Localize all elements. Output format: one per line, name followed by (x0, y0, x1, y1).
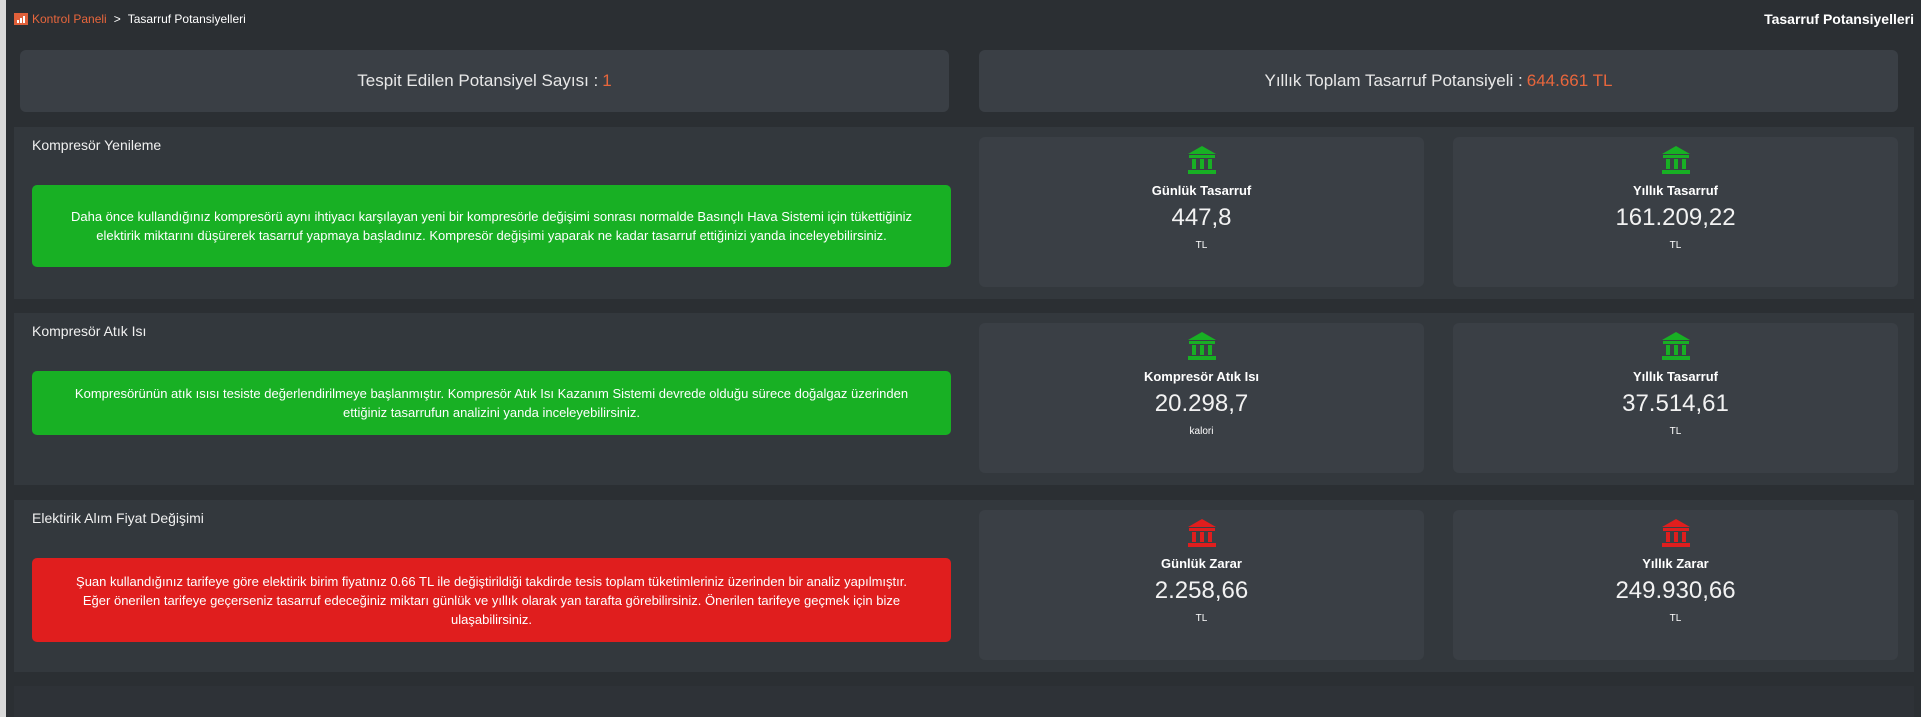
card-unit: TL (1195, 613, 1208, 624)
potential-count-label: Tespit Edilen Potansiyel Sayısı : (357, 71, 599, 90)
card-label: Yıllık Tasarruf (1632, 369, 1718, 384)
card-label: Günlük Zarar (1161, 556, 1242, 571)
window-edge (0, 0, 6, 717)
card-value: 37.514,61 (1622, 390, 1729, 417)
metric-card-annual-loss: Yıllık Zarar 249.930,66 TL (1453, 510, 1898, 660)
section-message: Kompresörünün atık ısısı tesiste değerle… (32, 371, 951, 435)
card-unit: kalori (1189, 426, 1214, 437)
bank-icon (1187, 332, 1216, 360)
card-unit: TL (1669, 426, 1682, 437)
section-title: Kompresör Yenileme (32, 137, 162, 153)
metric-card-annual: Yıllık Tasarruf 37.514,61 TL (1453, 323, 1898, 473)
card-value: 161.209,22 (1615, 204, 1736, 231)
section-compressor-renewal: Kompresör Yenileme Daha önce kullandığın… (14, 127, 1914, 299)
bank-icon (1187, 519, 1216, 547)
metric-card-annual: Yıllık Tasarruf 161.209,22 TL (1453, 137, 1898, 287)
card-unit: TL (1669, 613, 1682, 624)
breadcrumb-separator: > (113, 12, 121, 26)
potential-count-panel: Tespit Edilen Potansiyel Sayısı : 1 (20, 50, 949, 112)
card-value: 447,8 (1171, 204, 1232, 231)
card-value: 249.930,66 (1615, 577, 1736, 604)
card-label: Günlük Tasarruf (1151, 183, 1252, 198)
bank-icon (1661, 332, 1690, 360)
bank-icon (1661, 519, 1690, 547)
section-electricity-price-change: Elektirik Alım Fiyat Değişimi Şuan kulla… (14, 500, 1914, 672)
page-title: Tasarruf Potansiyelleri (1764, 11, 1914, 27)
section-message: Şuan kullandığınız tarifeye göre elektir… (32, 558, 951, 642)
card-unit: TL (1195, 240, 1208, 251)
card-unit: TL (1669, 240, 1682, 251)
card-value: 20.298,7 (1154, 390, 1249, 417)
section-message: Daha önce kullandığınız kompresörü aynı … (32, 185, 951, 267)
chart-icon[interactable] (14, 13, 28, 25)
top-bar: Kontrol Paneli > Tasarruf Potansiyelleri… (14, 8, 1914, 30)
bank-icon (1661, 146, 1690, 174)
section-title: Kompresör Atık Isı (32, 323, 147, 339)
annual-total-label: Yıllık Toplam Tasarruf Potansiyeli : (1264, 71, 1523, 90)
card-label: Yıllık Tasarruf (1632, 183, 1718, 198)
metric-card-daily-loss: Günlük Zarar 2.258,66 TL (979, 510, 1424, 660)
metric-card-daily: Günlük Tasarruf 447,8 TL (979, 137, 1424, 287)
metric-card-waste-heat: Kompresör Atık Isı 20.298,7 kalori (979, 323, 1424, 473)
breadcrumb-current: Tasarruf Potansiyelleri (127, 12, 246, 26)
bank-icon (1187, 146, 1216, 174)
potential-count-value: 1 (602, 71, 612, 90)
annual-total-panel: Yıllık Toplam Tasarruf Potansiyeli : 644… (979, 50, 1898, 112)
section-compressor-waste-heat: Kompresör Atık Isı Kompresörünün atık ıs… (14, 313, 1914, 485)
breadcrumb: Kontrol Paneli > Tasarruf Potansiyelleri (14, 12, 246, 26)
section-title: Elektirik Alım Fiyat Değişimi (32, 510, 204, 526)
breadcrumb-home-link[interactable]: Kontrol Paneli (32, 12, 107, 26)
annual-total-value: 644.661 TL (1526, 71, 1613, 90)
card-label: Kompresör Atık Isı (1143, 369, 1260, 384)
card-label: Yıllık Zarar (1642, 556, 1709, 571)
footer-strip (14, 686, 1914, 717)
card-value: 2.258,66 (1154, 577, 1249, 604)
